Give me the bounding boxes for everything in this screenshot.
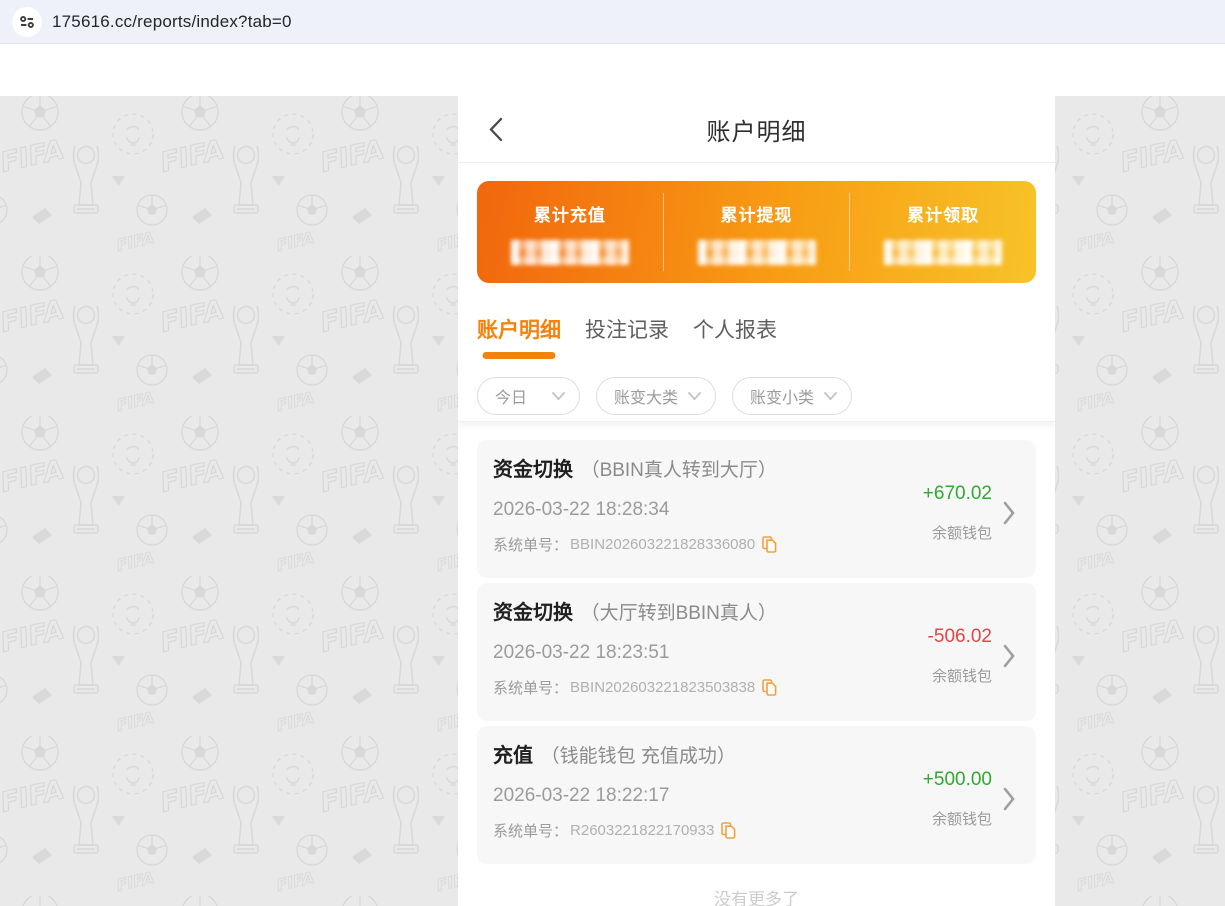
filter-label: 账变大类 [614, 384, 678, 408]
transaction-amount-block: +500.00 余额钱包 [923, 743, 1016, 864]
wallet-label: 余额钱包 [932, 808, 992, 829]
masked-value [511, 240, 629, 265]
tab-bet-records[interactable]: 投注记录 [585, 317, 669, 345]
stat-total-withdrawal: 累计提现 [664, 181, 850, 283]
transaction-type: 充值 [493, 745, 533, 767]
wallet-label: 余额钱包 [932, 522, 992, 543]
chevron-down-icon [552, 392, 565, 400]
page-title: 账户明细 [707, 112, 807, 147]
transaction-info: 资金切换 （BBIN真人转到大厅） 2026-03-22 18:28:34 系统… [493, 457, 777, 578]
chevron-down-icon [824, 392, 837, 400]
transaction-amount: +670.02 [923, 483, 992, 505]
transaction-card[interactable]: 资金切换 （BBIN真人转到大厅） 2026-03-22 18:28:34 系统… [477, 440, 1036, 578]
filter-major-category-dropdown[interactable]: 账变大类 [596, 377, 716, 415]
transaction-info: 充值 （钱能钱包 充值成功） 2026-03-22 18:22:17 系统单号：… [493, 743, 736, 864]
transaction-datetime: 2026-03-22 18:23:51 [493, 642, 777, 664]
no-more-text: 没有更多了 [477, 885, 1036, 906]
transaction-type: 资金切换 [493, 602, 573, 624]
filter-date-dropdown[interactable]: 今日 [477, 377, 580, 415]
filter-bar: 今日 账变大类 账变小类 [477, 377, 1036, 415]
stat-total-claimed: 累计领取 [850, 181, 1036, 283]
tab-personal-report[interactable]: 个人报表 [693, 317, 777, 345]
back-button[interactable] [488, 115, 512, 143]
tab-bar: 账户明细 投注记录 个人报表 [477, 317, 1036, 345]
chevron-right-icon [1002, 786, 1016, 812]
order-number-label: 系统单号： [493, 677, 568, 698]
page: FIFA [0, 44, 1225, 906]
transaction-detail: （大厅转到BBIN真人） [581, 603, 777, 624]
copy-icon[interactable] [721, 822, 736, 839]
filter-label: 账变小类 [750, 384, 814, 408]
transaction-detail: （钱能钱包 充值成功） [541, 746, 736, 767]
transaction-list: 资金切换 （BBIN真人转到大厅） 2026-03-22 18:28:34 系统… [458, 422, 1055, 906]
order-number: R2603221822170933 [570, 822, 714, 839]
order-number: BBIN202603221828336080 [570, 536, 755, 553]
transaction-datetime: 2026-03-22 18:28:34 [493, 499, 777, 521]
stats-summary-card: 累计充值 累计提现 累计领取 [477, 181, 1036, 283]
transaction-detail: （BBIN真人转到大厅） [581, 460, 777, 481]
order-number-label: 系统单号： [493, 534, 568, 555]
chevron-right-icon [1002, 643, 1016, 669]
masked-value [884, 240, 1002, 265]
transaction-datetime: 2026-03-22 18:22:17 [493, 785, 736, 807]
copy-icon[interactable] [762, 679, 777, 696]
copy-icon[interactable] [762, 536, 777, 553]
filter-label: 今日 [495, 384, 527, 408]
chevron-left-icon [488, 117, 503, 142]
stat-label: 累计充值 [534, 201, 606, 226]
order-number-label: 系统单号： [493, 820, 568, 841]
transaction-amount-block: +670.02 余额钱包 [923, 457, 1016, 578]
transaction-info: 资金切换 （大厅转到BBIN真人） 2026-03-22 18:23:51 系统… [493, 600, 777, 721]
app-panel: 账户明细 累计充值 累计提现 累计领取 账户明 [458, 96, 1055, 906]
order-number: BBIN202603221823503838 [570, 679, 755, 696]
top-section: 累计充值 累计提现 累计领取 账户明细 投注记录 个人报表 [458, 181, 1055, 422]
panel-header: 账户明细 [458, 96, 1055, 163]
stat-label: 累计领取 [907, 201, 979, 226]
wallet-label: 余额钱包 [932, 665, 992, 686]
transaction-type: 资金切换 [493, 459, 573, 481]
transaction-amount: +500.00 [923, 769, 992, 791]
transaction-card[interactable]: 资金切换 （大厅转到BBIN真人） 2026-03-22 18:23:51 系统… [477, 583, 1036, 721]
browser-url-bar: 175616.cc/reports/index?tab=0 [0, 0, 1225, 44]
chevron-right-icon [1002, 500, 1016, 526]
transaction-card[interactable]: 充值 （钱能钱包 充值成功） 2026-03-22 18:22:17 系统单号：… [477, 726, 1036, 864]
tab-account-details[interactable]: 账户明细 [477, 317, 561, 345]
stat-label: 累计提现 [721, 201, 793, 226]
site-info-button[interactable] [12, 7, 42, 37]
transaction-amount: -506.02 [928, 626, 992, 648]
stat-total-deposit: 累计充值 [477, 181, 663, 283]
transaction-amount-block: -506.02 余额钱包 [928, 600, 1016, 721]
tune-sliders-icon [19, 14, 35, 30]
chevron-down-icon [688, 392, 701, 400]
masked-value [698, 240, 816, 265]
url-text[interactable]: 175616.cc/reports/index?tab=0 [52, 12, 292, 32]
filter-minor-category-dropdown[interactable]: 账变小类 [732, 377, 852, 415]
